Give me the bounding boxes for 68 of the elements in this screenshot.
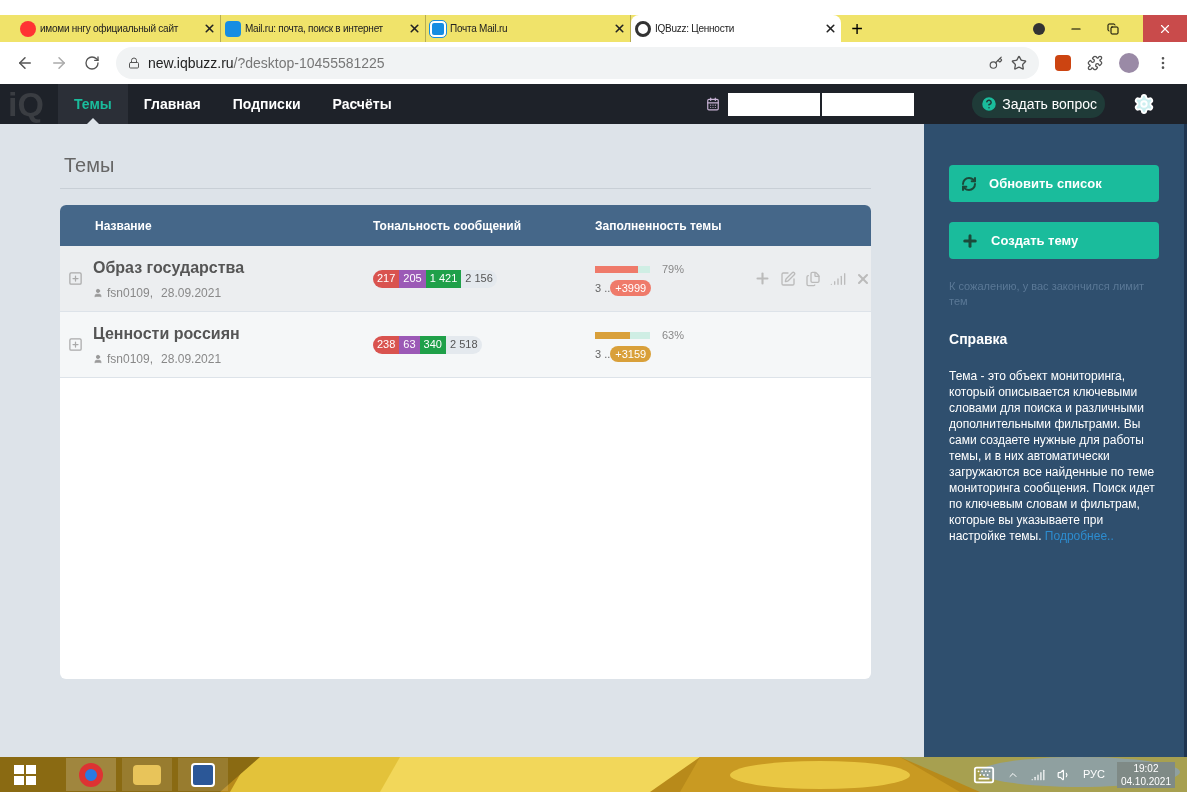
- user-icon: [93, 287, 103, 298]
- bookmark-star-icon[interactable]: [1011, 55, 1027, 71]
- topic-date: 28.09.2021: [161, 350, 222, 368]
- extensions-icon[interactable]: [1087, 55, 1103, 71]
- browser-tab[interactable]: IQBuzz: Ценности: [631, 15, 841, 42]
- topic-author: fsn0109,: [107, 284, 154, 302]
- help-title: Справка: [949, 330, 1009, 349]
- close-icon[interactable]: [824, 22, 837, 35]
- tab-title: Почта Mail.ru: [450, 22, 509, 36]
- user-icon: [93, 353, 103, 364]
- column-header: Название: [94, 217, 153, 235]
- topic-date: 28.09.2021: [161, 284, 222, 302]
- close-icon[interactable]: [408, 22, 421, 35]
- nav-tab[interactable]: Главная: [127, 84, 217, 124]
- browser-tab[interactable]: Почта Mail.ru: [426, 15, 631, 42]
- browser-tab[interactable]: имоми ннгу официальный сайт: [16, 15, 221, 42]
- nav-tab[interactable]: Расчёты: [316, 84, 408, 124]
- topic-row[interactable]: Образ государства fsn0109, 28.09.2021 217 205 1 421 2 156 79% 3 .. +3999: [60, 246, 872, 312]
- tab-favicon-icon: [20, 20, 36, 37]
- start-icon[interactable]: [14, 764, 36, 785]
- tonality-count: 2 156: [461, 269, 497, 288]
- tab-favicon-icon: [225, 20, 241, 37]
- new-messages-badge: +3999: [610, 279, 652, 296]
- tonality-count: 1 421: [425, 269, 462, 288]
- calendar-icon[interactable]: [706, 97, 721, 111]
- new-messages-badge: +3159: [610, 345, 652, 362]
- key-icon[interactable]: [989, 56, 1003, 70]
- topic-count: 3 ..: [595, 346, 611, 362]
- tonality-count: 2 518: [445, 335, 482, 354]
- tonality-count: 238: [373, 335, 400, 354]
- nav-tab[interactable]: Подписки: [216, 84, 317, 124]
- topic-count: 3 ..: [595, 280, 611, 296]
- tab-title: IQBuzz: Ценности: [655, 22, 736, 36]
- tonality-count: 340: [419, 335, 446, 354]
- topic-row[interactable]: Ценности россиян fsn0109, 28.09.2021 238 63 340 2 518 63% 3 .. +3159: [60, 312, 872, 378]
- fill-percent: 63%: [662, 328, 685, 343]
- close-icon[interactable]: [203, 22, 216, 35]
- page-title: Темы: [60, 150, 872, 189]
- browser-tab[interactable]: Mail.ru: почта, поиск в интернет: [221, 15, 426, 42]
- reload-icon[interactable]: [84, 55, 100, 71]
- help-icon: [980, 95, 999, 113]
- nav-tab[interactable]: Темы: [58, 84, 128, 124]
- avatar-icon[interactable]: [1119, 53, 1139, 73]
- plus-icon: [961, 231, 980, 250]
- topic-name[interactable]: Ценности россиян: [93, 321, 373, 346]
- tab-title: имоми ннгу официальный сайт: [40, 22, 180, 36]
- restore-icon[interactable]: [1107, 22, 1119, 35]
- refresh-icon: [961, 175, 978, 192]
- back-icon[interactable]: [16, 54, 34, 72]
- tab-favicon-icon: [635, 20, 651, 37]
- address-bar[interactable]: new.iqbuzz.ru/?desktop-10455581225: [116, 47, 1039, 79]
- topic-name[interactable]: Образ государства: [93, 255, 373, 280]
- tonality-count: 205: [399, 269, 426, 288]
- close-icon[interactable]: [613, 22, 626, 35]
- column-header: Тональность сообщений: [373, 217, 523, 235]
- tonality-count: 217: [373, 269, 400, 288]
- tab-title: Mail.ru: почта, поиск в интернет: [245, 22, 384, 36]
- topic-author: fsn0109,: [107, 350, 154, 368]
- tonality-count: 63: [399, 335, 420, 354]
- column-header: Заполненность темы: [595, 217, 722, 235]
- new-tab-button[interactable]: +: [841, 15, 873, 42]
- lock-icon[interactable]: [128, 57, 140, 69]
- help-text: Тема - это объект мониторинга, который описывается ключевыми словами для поиска и различными дополнительными фильтрами. Вы сами создаете нужные для работы темы, и в них автоматически загружаются все найденные по теме мониторинга сообщения. Поиск идет по ключевым словам и фильтрам, которые вы указываете при настройке темы. Подробнее..: [949, 368, 1156, 544]
- date-to-field[interactable]: [822, 92, 915, 116]
- ask-question-button[interactable]: Задать вопрос: [972, 90, 1105, 118]
- settings-icon[interactable]: [1133, 93, 1155, 115]
- fill-percent: 79%: [662, 262, 685, 277]
- date-from-field[interactable]: [728, 92, 821, 116]
